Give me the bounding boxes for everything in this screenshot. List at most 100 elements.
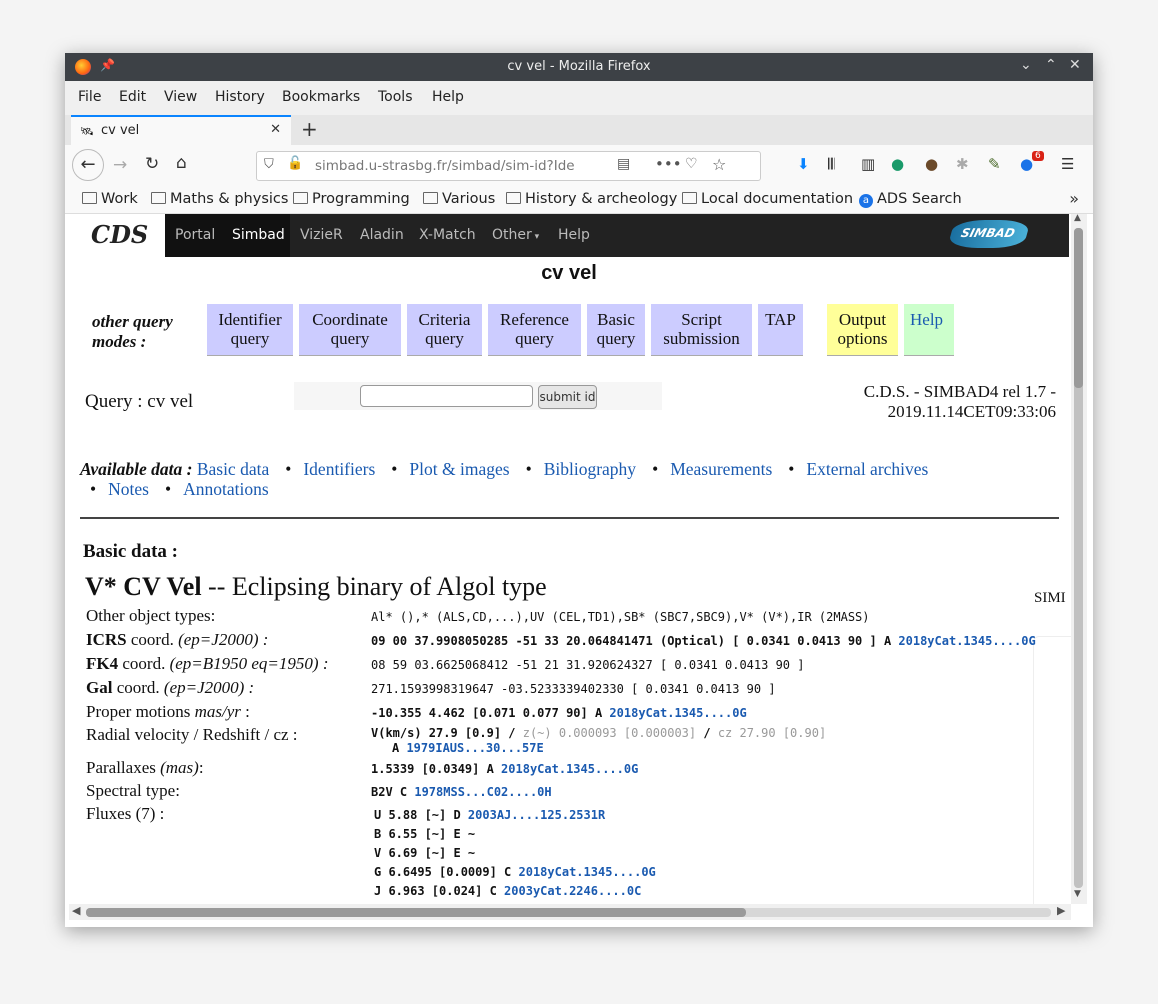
close-tab-icon[interactable]: ✕ — [270, 122, 281, 137]
link-identifiers[interactable]: Identifiers — [303, 459, 375, 479]
scroll-down-icon[interactable]: ▼ — [1074, 889, 1081, 899]
help-button[interactable]: Help — [904, 304, 954, 356]
nav-help[interactable]: Help — [558, 227, 590, 243]
grammarly-icon[interactable]: ● — [891, 155, 904, 173]
url-text[interactable]: simbad.u-strasbg.fr/simbad/sim-id?Ide — [315, 158, 605, 174]
hscroll-thumb[interactable] — [86, 908, 746, 917]
scroll-left-icon[interactable]: ◀ — [72, 904, 80, 917]
folder-icon — [151, 192, 166, 204]
menu-tools[interactable]: Tools — [378, 89, 413, 105]
home-icon[interactable]: ⌂ — [176, 153, 187, 173]
identifier-query-button[interactable]: Identifier query — [207, 304, 293, 356]
new-tab-icon[interactable]: + — [301, 117, 318, 141]
nav-vizier[interactable]: VizieR — [300, 227, 343, 243]
criteria-query-button[interactable]: Criteria query — [407, 304, 482, 356]
scroll-right-icon[interactable]: ▶ — [1057, 904, 1065, 917]
plx-ref-link[interactable]: 2018yCat.1345....0G — [501, 762, 638, 776]
nav-other[interactable]: Other ▾ — [492, 227, 539, 243]
horizontal-scrollbar[interactable]: ◀ ▶ — [69, 904, 1071, 920]
download-icon[interactable]: ⬇ — [797, 155, 810, 173]
nav-portal[interactable]: Portal — [175, 227, 215, 243]
maximize-icon[interactable]: ⌃ — [1045, 57, 1057, 73]
reference-query-button[interactable]: Reference query — [488, 304, 581, 356]
extension-icon[interactable]: ✎ — [988, 155, 1001, 173]
profile-icon[interactable]: ● — [925, 155, 938, 173]
flux-ref-link[interactable]: 2003yCat.2246....0C — [504, 884, 641, 898]
link-plot-images[interactable]: Plot & images — [409, 459, 509, 479]
menu-bookmarks[interactable]: Bookmarks — [282, 89, 360, 105]
nav-xmatch[interactable]: X-Match — [419, 227, 476, 243]
link-external-archives[interactable]: External archives — [806, 459, 928, 479]
basic-query-button[interactable]: Basic query — [587, 304, 645, 356]
nav-aladin[interactable]: Aladin — [360, 227, 404, 243]
minimize-icon[interactable]: ⌄ — [1020, 57, 1032, 73]
icrs-value: 09 00 37.9908050285 -51 33 20.064841471 … — [371, 634, 1036, 648]
hamburger-menu-icon[interactable]: ☰ — [1061, 155, 1074, 173]
vertical-scrollbar[interactable]: ▲ ▼ — [1071, 213, 1087, 904]
forward-icon[interactable]: → — [113, 155, 127, 175]
tracking-shield-icon[interactable]: ⛉ — [264, 157, 274, 172]
bookmarks-toolbar: Work Maths & physics Programming Various… — [65, 187, 1093, 214]
link-basic-data[interactable]: Basic data — [197, 459, 269, 479]
menu-file[interactable]: File — [78, 89, 101, 105]
script-submission-button[interactable]: Script submission — [651, 304, 752, 356]
library-icon[interactable]: 𝄃𝄃 — [828, 155, 835, 173]
folder-icon — [82, 192, 97, 204]
simbad-logo[interactable]: SIMBAD — [947, 220, 1031, 248]
menu-edit[interactable]: Edit — [119, 89, 146, 105]
bookmark-history-archeology[interactable]: History & archeology — [506, 191, 677, 207]
bookmark-programming[interactable]: Programming — [293, 191, 410, 207]
nav-simbad[interactable]: Simbad — [232, 227, 285, 243]
folder-icon — [682, 192, 697, 204]
bookmark-work[interactable]: Work — [82, 191, 138, 207]
link-measurements[interactable]: Measurements — [670, 459, 772, 479]
link-bibliography[interactable]: Bibliography — [544, 459, 636, 479]
more-bookmarks-icon[interactable]: » — [1069, 189, 1079, 208]
pm-ref-link[interactable]: 2018yCat.1345....0G — [609, 706, 746, 720]
rv-velocity: V(km/s) 27.9 [0.9] — [371, 726, 502, 740]
identifier-input[interactable] — [360, 385, 533, 407]
divider — [80, 517, 1059, 519]
page-actions-icon[interactable]: ••• — [655, 155, 682, 173]
sp-ref-link[interactable]: 1978MSS...C02....0H — [414, 785, 551, 799]
menu-help[interactable]: Help — [432, 89, 464, 105]
submit-id-button[interactable]: submit id — [538, 385, 597, 409]
coordinate-query-button[interactable]: Coordinate query — [299, 304, 401, 356]
pm-text: Proper motions — [86, 702, 195, 721]
menu-view[interactable]: View — [164, 89, 197, 105]
flux-ref-link[interactable]: 2003AJ....125.2531R — [468, 808, 605, 822]
link-notes[interactable]: Notes — [108, 479, 149, 499]
side-panel-frame — [1033, 636, 1071, 904]
menu-history[interactable]: History — [215, 89, 265, 105]
reader-view-icon[interactable]: ▤ — [617, 156, 630, 172]
close-window-icon[interactable]: ✕ — [1069, 57, 1081, 73]
scroll-up-icon[interactable]: ▲ — [1074, 213, 1081, 223]
bookmark-local-documentation[interactable]: Local documentation — [682, 191, 853, 207]
back-icon[interactable]: ← — [72, 149, 104, 181]
bookmark-star-icon[interactable]: ☆ — [712, 155, 726, 174]
sidebar-icon[interactable]: ▥ — [861, 155, 875, 173]
bookmark-ads-search[interactable]: a ADS Search — [859, 191, 962, 208]
pm-value: -10.355 4.462 [0.071 0.077 90] A 2018yCa… — [371, 706, 747, 720]
flux-label: Fluxes (7) : — [86, 804, 165, 823]
pocket-icon[interactable]: ♡ — [685, 156, 698, 172]
scroll-thumb[interactable] — [1074, 228, 1083, 388]
tab-cv-vel[interactable]: 🛰 cv vel ✕ — [71, 115, 291, 145]
addon-icon[interactable]: ✱ — [956, 155, 969, 173]
cds-logo[interactable]: CDS — [69, 214, 165, 257]
flux-row: U 5.88 [~] D 2003AJ....125.2531R — [374, 808, 605, 822]
reload-icon[interactable]: ↻ — [145, 154, 159, 174]
fk4-bold: FK4 — [86, 654, 119, 673]
tab-label: cv vel — [101, 123, 140, 138]
bookmark-various[interactable]: Various — [423, 191, 495, 207]
rv-ref-link[interactable]: 1979IAUS...30...57E — [406, 741, 543, 755]
icrs-ref-link[interactable]: 2018yCat.1345....0G — [898, 634, 1035, 648]
output-options-button[interactable]: Output options — [827, 304, 898, 356]
flux-ref-link[interactable]: 2018yCat.1345....0G — [519, 865, 656, 879]
url-bar[interactable]: ⛉ 🔓 simbad.u-strasbg.fr/simbad/sim-id?Id… — [256, 151, 761, 181]
insecure-lock-icon[interactable]: 🔓 — [287, 156, 303, 171]
tap-button[interactable]: TAP — [758, 304, 803, 356]
btn-label: Reference query — [500, 310, 569, 348]
bookmark-maths-physics[interactable]: Maths & physics — [151, 191, 288, 207]
link-annotations[interactable]: Annotations — [183, 479, 269, 499]
